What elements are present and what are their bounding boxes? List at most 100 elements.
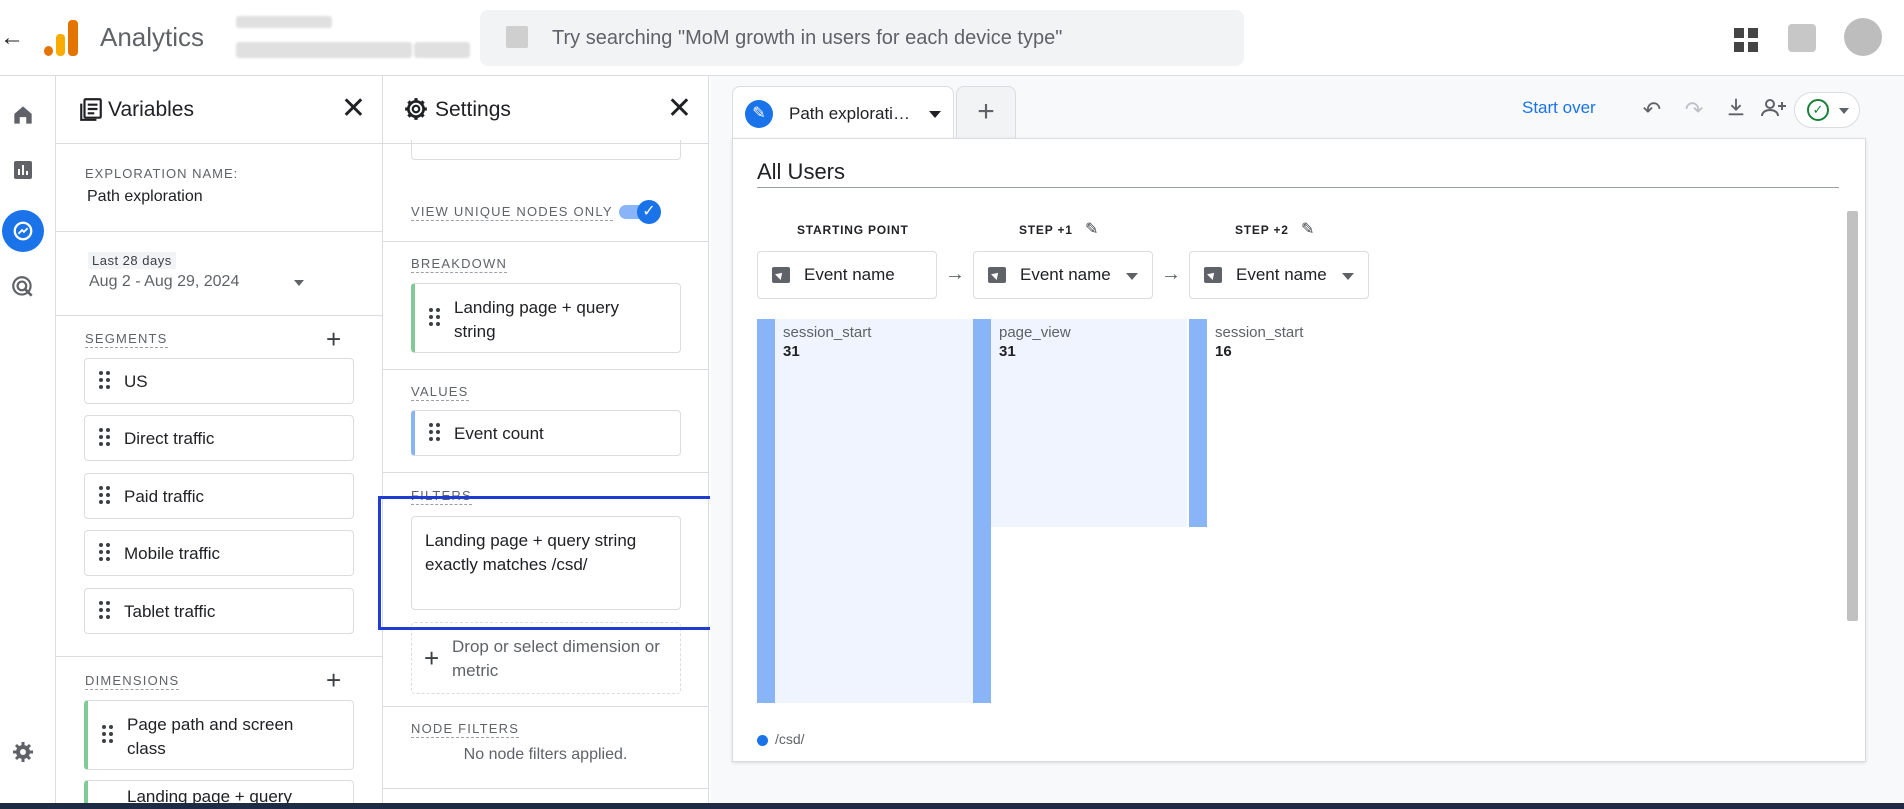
variables-icon [78, 96, 104, 122]
analytics-logo [44, 20, 78, 56]
arrow-left-icon[interactable]: ← [0, 24, 24, 54]
node-type-label: Event name [1236, 265, 1327, 284]
node-bar[interactable] [973, 319, 991, 703]
add-segment-button[interactable]: + [326, 326, 341, 352]
exploration-name[interactable]: Path exploration [87, 188, 203, 206]
segment-label: Tablet traffic [124, 602, 216, 621]
exploration-canvas-area: ✎ Path explorati… + Start over ↶ ↷ ✓ All… [710, 76, 1904, 809]
node-name: page_view [999, 324, 1071, 341]
filter-drop-zone[interactable]: + Drop or select dimension or metric [411, 622, 681, 694]
vertical-scrollbar[interactable] [1847, 211, 1858, 621]
cursor-icon [1204, 267, 1222, 283]
reports-icon[interactable] [10, 158, 36, 184]
date-range[interactable]: Aug 2 - Aug 29, 2024 [89, 273, 239, 291]
node-bar[interactable] [757, 319, 775, 703]
breakdown-label: BREAKDOWN [411, 256, 508, 273]
drag-handle-icon[interactable] [99, 543, 111, 563]
node-bar[interactable] [1189, 319, 1207, 527]
drag-handle-icon[interactable] [429, 423, 441, 443]
segment-chip[interactable]: US [84, 358, 354, 404]
apps-grid-icon[interactable] [1734, 28, 1758, 52]
chevron-down-icon [1126, 273, 1138, 280]
avatar[interactable] [1844, 18, 1882, 56]
settings-panel: Settings ✕ VIEW UNIQUE NODES ONLY ✓ BREA… [383, 76, 709, 809]
values-label: VALUES [411, 384, 469, 401]
share-user-icon[interactable] [1760, 96, 1788, 124]
redo-icon[interactable]: ↷ [1680, 96, 1708, 124]
segment-label: US [124, 372, 148, 391]
node-filters-label: NODE FILTERS [411, 721, 520, 738]
segment-label: Direct traffic [124, 429, 215, 448]
drag-handle-icon[interactable] [429, 308, 441, 328]
date-preset-label: Last 28 days [88, 252, 176, 269]
search-icon [506, 26, 528, 48]
gear-icon [403, 96, 429, 122]
gear-icon[interactable] [10, 740, 36, 766]
drag-handle-icon[interactable] [99, 371, 111, 391]
pencil-icon[interactable]: ✎ [1301, 219, 1314, 239]
left-nav [0, 76, 56, 809]
search-bar[interactable]: Try searching "MoM growth in users for e… [480, 10, 1244, 66]
breakdown-chip[interactable]: Landing page + query string [411, 283, 681, 353]
variables-header: Variables ✕ [56, 76, 382, 144]
chevron-down-icon[interactable] [294, 280, 304, 286]
breakdown-value: Landing page + query string [454, 298, 619, 341]
drag-handle-icon[interactable] [99, 486, 111, 506]
plus-icon: + [424, 643, 440, 673]
bottom-strip [0, 803, 1904, 809]
dimension-chip[interactable]: Page path and screen class [84, 700, 354, 770]
view-unique-toggle[interactable]: ✓ [619, 200, 661, 224]
drag-handle-icon[interactable] [102, 725, 114, 745]
drag-handle-icon[interactable] [99, 428, 111, 448]
variables-title: Variables [108, 98, 194, 121]
segment-label: Mobile traffic [124, 544, 221, 563]
close-icon[interactable]: ✕ [667, 94, 692, 124]
close-icon[interactable]: ✕ [341, 94, 366, 124]
node-background [991, 319, 1187, 527]
explore-icon[interactable] [2, 210, 44, 252]
node-name: session_start [1215, 324, 1304, 341]
check-icon: ✓ [637, 200, 661, 224]
top-bar: ← Analytics Try searching "MoM growth in… [0, 0, 1904, 76]
no-node-filters-text: No node filters applied. [463, 746, 628, 763]
node-type-selector[interactable]: Event name [1189, 251, 1369, 299]
help-icon[interactable] [1788, 24, 1816, 52]
arrow-right-icon: → [1161, 263, 1181, 285]
node-type-selector[interactable]: Event name [757, 251, 937, 299]
status-button[interactable]: ✓ [1794, 92, 1860, 128]
undo-icon[interactable]: ↶ [1638, 96, 1666, 124]
dimension-label: Page path and screen class [127, 715, 294, 758]
segment-chip[interactable]: Paid traffic [84, 473, 354, 519]
advertising-icon[interactable] [10, 274, 36, 300]
node-type-selector[interactable]: Event name [973, 251, 1153, 299]
legend-dot [757, 735, 768, 746]
account-selector[interactable] [222, 8, 472, 64]
download-icon[interactable] [1722, 96, 1750, 124]
home-icon[interactable] [10, 102, 36, 128]
partial-chip[interactable] [411, 140, 681, 160]
chevron-down-icon [1342, 273, 1354, 280]
step-header-starting: STARTING POINT [797, 223, 909, 237]
settings-title: Settings [435, 98, 511, 121]
segment-label: Paid traffic [124, 487, 205, 506]
values-chip[interactable]: Event count [411, 410, 681, 456]
values-value: Event count [454, 424, 544, 443]
add-dimension-button[interactable]: + [326, 667, 341, 693]
settings-header: Settings ✕ [383, 76, 708, 144]
node-type-label: Event name [1020, 265, 1111, 284]
pencil-icon[interactable]: ✎ [1085, 219, 1098, 239]
drag-handle-icon[interactable] [99, 601, 111, 621]
chevron-down-icon [1839, 108, 1849, 114]
start-over-button[interactable]: Start over [1522, 98, 1596, 118]
highlight-box [378, 496, 716, 630]
path-exploration-chart: All Users STARTING POINT STEP +1 ✎ STEP … [732, 138, 1866, 762]
app-title: Analytics [100, 22, 205, 52]
segment-chip[interactable]: Tablet traffic [84, 588, 354, 634]
drop-zone-text: Drop or select dimension or metric [452, 637, 660, 680]
check-circle-icon: ✓ [1807, 99, 1829, 121]
node-type-label: Event name [804, 265, 895, 284]
segment-chip[interactable]: Mobile traffic [84, 530, 354, 576]
exploration-name-label: EXPLORATION NAME: [85, 166, 239, 181]
segment-chip[interactable]: Direct traffic [84, 415, 354, 461]
segment-title: All Users [757, 159, 846, 184]
